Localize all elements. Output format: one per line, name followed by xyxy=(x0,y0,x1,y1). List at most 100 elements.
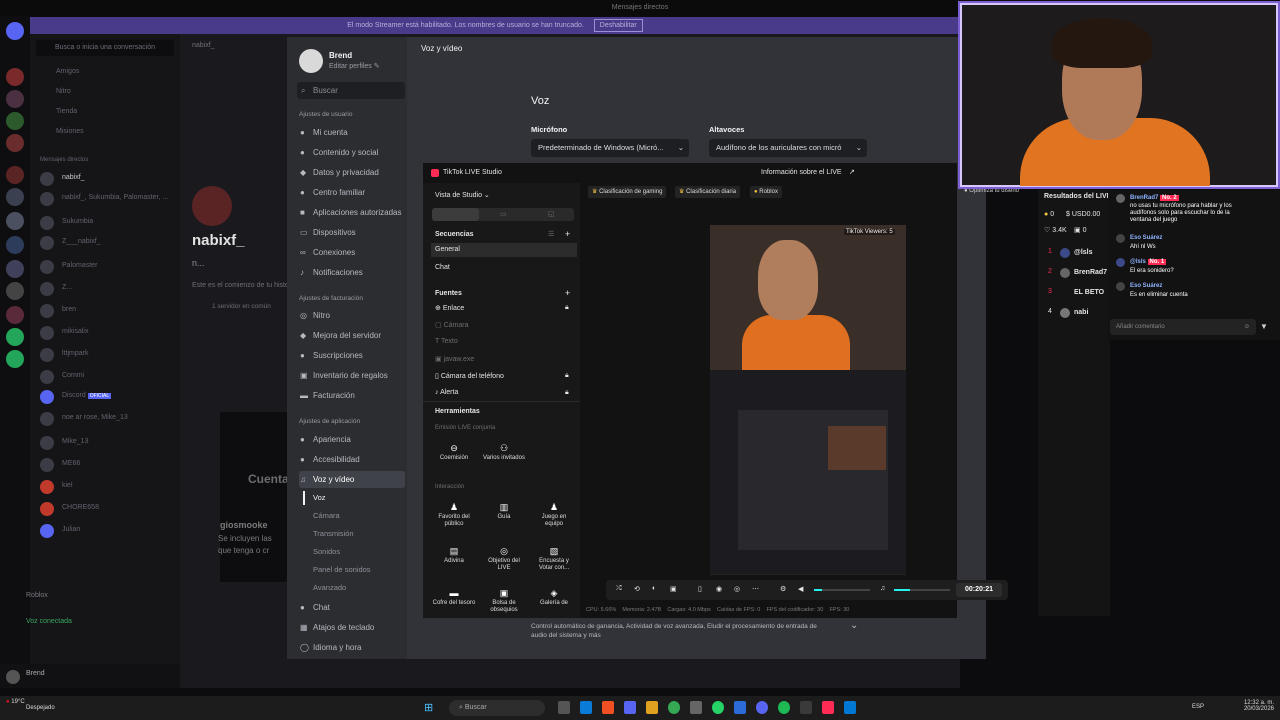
sequence-item[interactable]: Chat xyxy=(435,264,450,271)
add-source-icon[interactable]: + xyxy=(565,288,570,298)
sidebar-item-notifications[interactable]: ♪ Notificaciones xyxy=(299,264,405,281)
rank-name[interactable]: BrenRad7 xyxy=(1074,269,1107,276)
server-icon[interactable] xyxy=(6,166,24,184)
dm-item[interactable]: lttjmpark xyxy=(62,350,88,357)
folder-icon[interactable] xyxy=(646,701,658,714)
disable-streamer-button[interactable]: Deshabilitar xyxy=(593,19,643,32)
split-layout-icon[interactable]: ◱ xyxy=(548,210,555,218)
tool-gallery[interactable]: ◈ Galería de xyxy=(532,586,576,616)
subitem-streaming[interactable]: Transmisión xyxy=(313,529,354,538)
add-sequence-icon[interactable]: + xyxy=(565,229,570,239)
app-icon[interactable] xyxy=(800,701,812,714)
lock-icon[interactable]: 🔒︎ xyxy=(565,389,569,397)
dm-search-input[interactable]: Busca o inicia una conversación xyxy=(36,40,174,56)
dm-item[interactable]: noe ar rose, Mike_13 xyxy=(62,414,128,421)
comment-input[interactable]: Añadir comentario ☺ xyxy=(1110,319,1256,335)
dm-item[interactable]: Discord OFICIAL xyxy=(62,392,112,399)
sidebar-item-account[interactable]: ● Mi cuenta xyxy=(299,124,405,141)
speaker-icon[interactable]: ◀ xyxy=(798,585,803,593)
subitem-camera[interactable]: Cámara xyxy=(313,511,340,520)
tool-team-game[interactable]: ♟ Juego en equipo xyxy=(532,500,576,536)
sidebar-item-connections[interactable]: ∞ Conexiones xyxy=(299,244,405,261)
clock[interactable]: 12:32 a. m. 20/03/2026 xyxy=(1230,700,1274,712)
dm-item[interactable]: Commi xyxy=(62,372,84,379)
dm-item[interactable]: Julian xyxy=(62,526,80,533)
subitem-soundboard[interactable]: Panel de sonidos xyxy=(313,565,371,574)
live-info-button[interactable]: Información sobre el LIVE xyxy=(761,169,842,176)
tool-cohost[interactable]: ⊖ Coemisión xyxy=(432,441,476,477)
lock-icon[interactable]: 🔒︎ xyxy=(565,304,569,312)
tool-guide[interactable]: ▥ Guía xyxy=(482,500,526,536)
server-icon[interactable] xyxy=(6,260,24,278)
optimize-design-tip[interactable]: ● Optimiza tu diseño xyxy=(964,188,1019,194)
dm-item[interactable]: Mike_13 xyxy=(62,438,88,445)
file-explorer-icon[interactable] xyxy=(558,701,570,714)
sidebar-item-content-social[interactable]: ● Contenido y social xyxy=(299,144,405,161)
source-item[interactable]: T Texto xyxy=(435,338,458,345)
server-icon[interactable] xyxy=(6,188,24,206)
phone-icon[interactable]: ▯ xyxy=(698,585,702,593)
dm-item[interactable]: nabixf_ xyxy=(62,174,85,181)
dm-item[interactable]: ME66 xyxy=(62,460,80,467)
mic-select[interactable]: Predeterminado de Windows (Micró... ⌄ xyxy=(531,139,689,157)
sidebar-item-chat[interactable]: ● Chat xyxy=(299,599,405,616)
tool-multi-guest[interactable]: ⚇ Varios invitados xyxy=(482,441,526,477)
sidebar-item-nitro[interactable]: ◎ Nitro xyxy=(299,307,405,324)
target-icon[interactable]: ◎ xyxy=(734,585,740,593)
volume-slider[interactable] xyxy=(814,589,870,591)
dm-item[interactable]: mikisalix xyxy=(62,328,88,335)
edge-icon[interactable] xyxy=(580,701,592,714)
dm-item[interactable]: Z... xyxy=(62,284,72,291)
sidebar-item-subscriptions[interactable]: ● Suscripciones xyxy=(299,347,405,364)
add-server-icon[interactable] xyxy=(6,328,24,346)
mic-slider[interactable] xyxy=(894,589,950,591)
chrome-icon[interactable] xyxy=(668,701,680,714)
studio-view-select[interactable]: Vista de Studio ⌄ xyxy=(435,191,490,199)
rank-name[interactable]: nabi xyxy=(1074,309,1088,316)
speaker-select[interactable]: Audífono de los auriculares con micró ⌄ xyxy=(709,139,867,157)
whatsapp-icon[interactable] xyxy=(712,701,724,714)
dm-item[interactable]: nabixf_, Sukumbia, Palomaster, ... xyxy=(62,194,168,201)
subitem-sounds[interactable]: Sonidos xyxy=(313,547,340,556)
server-icon[interactable] xyxy=(6,68,24,86)
embed-video[interactable] xyxy=(220,412,287,582)
sidebar-item-voice-video[interactable]: ♫ Voz y vídeo xyxy=(299,471,405,488)
filter-icon[interactable]: ▼ xyxy=(1260,322,1268,331)
source-item[interactable]: ▢ Cámara xyxy=(435,321,468,329)
subitem-voice[interactable]: Voz xyxy=(313,493,326,502)
tool-treasure[interactable]: ▬ Cofre del tesoro xyxy=(432,586,476,616)
server-icon[interactable] xyxy=(6,90,24,108)
tool-favorite[interactable]: ♟ Favorito del público xyxy=(432,500,476,536)
server-icon[interactable] xyxy=(6,306,24,324)
source-item[interactable]: ⊕ Enlace xyxy=(435,304,464,312)
badge-daily-ranking[interactable]: ♛ Clasificación diaria xyxy=(675,186,741,198)
nav-friends[interactable]: Amigos xyxy=(56,68,79,75)
mutual-servers[interactable]: 1 servidor en común xyxy=(212,303,271,310)
server-icon[interactable] xyxy=(6,282,24,300)
language-indicator[interactable]: ESP xyxy=(1192,704,1204,710)
server-icon[interactable] xyxy=(6,112,24,130)
sidebar-item-billing[interactable]: ▬ Facturación xyxy=(299,387,405,404)
lock-icon[interactable]: 🔒︎ xyxy=(565,372,569,380)
subitem-advanced[interactable]: Avanzado xyxy=(313,583,346,592)
dm-item[interactable]: bren xyxy=(62,306,76,313)
settings-sliders-icon[interactable]: ⚙ xyxy=(780,585,786,593)
sidebar-item-family[interactable]: ● Centro familiar xyxy=(299,184,405,201)
dm-item[interactable]: Z___nabixf_ xyxy=(62,238,101,245)
shuffle-icon[interactable]: ⤮ xyxy=(616,585,622,593)
sidebar-item-accessibility[interactable]: ● Accesibilidad xyxy=(299,451,405,468)
sidebar-item-gifts[interactable]: ▣ Inventario de regalos xyxy=(299,367,405,384)
teams-icon[interactable] xyxy=(624,701,636,714)
settings-search-input[interactable]: ⌕ Buscar xyxy=(297,82,405,99)
weather-widget[interactable]: ● 19°C Despejado xyxy=(6,699,55,711)
source-item[interactable]: ♪ Alerta xyxy=(435,389,458,396)
spotify-icon[interactable] xyxy=(778,701,790,714)
landscape-layout-icon[interactable]: ▭ xyxy=(500,210,507,218)
app-icon[interactable] xyxy=(602,701,614,714)
dm-item[interactable]: Sukumbia xyxy=(62,218,93,225)
windows-start-icon[interactable]: ⊞ xyxy=(424,701,433,714)
list-icon[interactable]: ☰ xyxy=(548,230,554,238)
sidebar-item-keybinds[interactable]: ▦ Atajos de teclado xyxy=(299,619,405,636)
nav-store[interactable]: Tienda xyxy=(56,108,77,115)
source-item[interactable]: ▣ javaw.exe xyxy=(435,355,474,363)
